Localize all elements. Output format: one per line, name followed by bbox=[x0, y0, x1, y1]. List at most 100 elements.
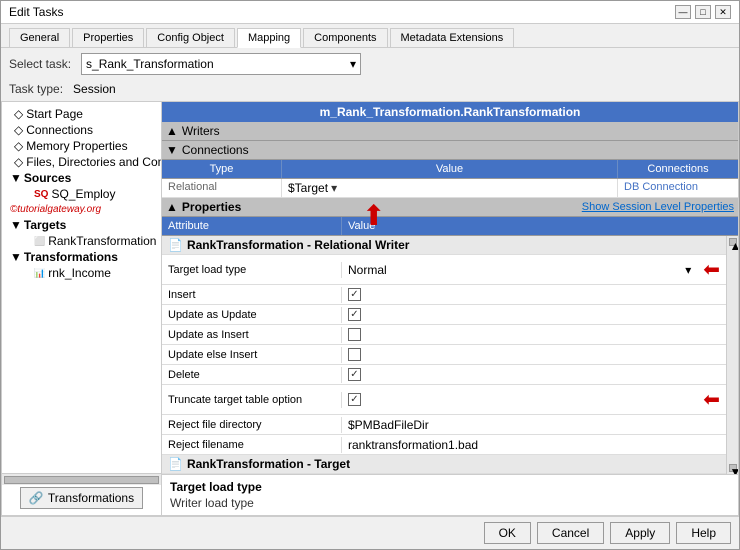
tree-item-rnk-income[interactable]: 📊 rnk_Income bbox=[2, 265, 161, 281]
minimize-button[interactable]: — bbox=[675, 5, 691, 19]
tab-properties[interactable]: Properties bbox=[72, 28, 144, 47]
help-button[interactable]: Help bbox=[676, 522, 731, 544]
cancel-button[interactable]: Cancel bbox=[537, 522, 604, 544]
files-icon: ◇ bbox=[14, 155, 23, 169]
update-as-insert-checkbox[interactable] bbox=[348, 328, 361, 341]
footer: OK Cancel Apply Help bbox=[1, 516, 739, 549]
update-as-update-checkbox[interactable] bbox=[348, 308, 361, 321]
watermark: ©tutorialgateway.org bbox=[2, 202, 161, 217]
prop-row-insert: Insert bbox=[162, 285, 726, 305]
select-task-dropdown[interactable]: s_Rank_Transformation ▾ bbox=[81, 53, 361, 75]
prop-attr-update-else-insert: Update else Insert bbox=[162, 347, 342, 363]
prop-val-reject-dir[interactable]: $PMBadFileDir bbox=[342, 416, 726, 434]
connections-table-header: Type Value Connections bbox=[162, 160, 738, 179]
right-arrow-annotation-1: ⬅ bbox=[703, 257, 720, 282]
tab-mapping[interactable]: Mapping bbox=[237, 28, 301, 48]
select-task-label: Select task: bbox=[9, 57, 71, 71]
connections-col-header: Connections bbox=[618, 160, 738, 178]
bottom-title: Target load type bbox=[170, 480, 730, 494]
insert-checkbox[interactable] bbox=[348, 288, 361, 301]
prop-row-target-load-type: Target load type Normal ▾ ⬅ bbox=[162, 255, 726, 285]
writers-label: Writers bbox=[182, 124, 220, 138]
prop-val-truncate[interactable]: ⬅ bbox=[342, 385, 726, 414]
scrollbar-down[interactable]: ▼ bbox=[729, 464, 737, 472]
prop-val-update-else-insert[interactable] bbox=[342, 346, 726, 363]
connections-icon: ◇ bbox=[14, 123, 23, 137]
chevron-down-icon: ▾ bbox=[350, 57, 356, 71]
transformations-button[interactable]: 🔗 Transformations bbox=[20, 487, 143, 509]
prop-row-update-as-insert: Update as Insert bbox=[162, 325, 726, 345]
props-scrollbar[interactable]: ▲ ▼ bbox=[726, 236, 738, 474]
memory-icon: ◇ bbox=[14, 139, 23, 153]
sql-icon: SQ bbox=[34, 189, 48, 200]
value-dropdown-icon: ▾ bbox=[331, 181, 337, 195]
tree-item-memory[interactable]: ◇ Memory Properties bbox=[2, 138, 161, 154]
apply-button[interactable]: Apply bbox=[610, 522, 670, 544]
props-section-target: 📄 RankTransformation - Target bbox=[162, 455, 726, 474]
writers-section: ▲ Writers bbox=[162, 122, 738, 141]
connections-label: Connections bbox=[182, 143, 249, 157]
show-session-level-link[interactable]: Show Session Level Properties bbox=[582, 201, 734, 213]
tree-section-sources[interactable]: ▼ Sources bbox=[2, 170, 161, 186]
tab-general[interactable]: General bbox=[9, 28, 70, 47]
properties-table-scroll: 📄 RankTransformation - Relational Writer… bbox=[162, 236, 738, 474]
bottom-desc: Writer load type bbox=[170, 496, 730, 510]
truncate-checkbox[interactable] bbox=[348, 393, 361, 406]
writers-collapse-icon[interactable]: ▲ bbox=[166, 124, 178, 138]
window-title: Edit Tasks bbox=[9, 5, 63, 19]
expand-transformations-icon: ▼ bbox=[10, 250, 22, 264]
prop-val-update-as-update[interactable] bbox=[342, 306, 726, 323]
close-button[interactable]: ✕ bbox=[715, 5, 731, 19]
prop-val-reject-filename[interactable]: ranktransformation1.bad bbox=[342, 436, 726, 454]
expand-sources-icon: ▼ bbox=[10, 171, 22, 185]
tree-section-transformations[interactable]: ▼ Transformations bbox=[2, 249, 161, 265]
tree-item-rank-transformation[interactable]: ⬜ RankTransformation bbox=[2, 233, 161, 249]
props-collapse-icon[interactable]: ▲ bbox=[166, 200, 178, 214]
tab-config-object[interactable]: Config Object bbox=[146, 28, 235, 47]
scrollbar-up[interactable]: ▲ bbox=[729, 238, 737, 246]
section-icon: 📄 bbox=[168, 238, 183, 252]
properties-table-header: Attribute Value bbox=[162, 217, 738, 236]
table-row[interactable]: Relational $Target ▾ DB Connection bbox=[162, 179, 738, 198]
tree-section-targets[interactable]: ▼ Targets bbox=[2, 217, 161, 233]
right-arrow-annotation-2: ⬅ bbox=[703, 387, 720, 412]
tab-components[interactable]: Components bbox=[303, 28, 387, 47]
value-cell: $Target ▾ bbox=[282, 179, 618, 197]
connections-table-body: Relational $Target ▾ DB Connection ⬆ bbox=[162, 179, 738, 198]
tree-item-files[interactable]: ◇ Files, Directories and Com bbox=[2, 154, 161, 170]
properties-label: Properties bbox=[182, 200, 241, 214]
prop-val-delete[interactable] bbox=[342, 366, 726, 383]
tab-metadata-extensions[interactable]: Metadata Extensions bbox=[390, 28, 515, 47]
expand-targets-icon: ▼ bbox=[10, 218, 22, 232]
transformations-icon: 🔗 bbox=[29, 491, 44, 505]
mapping-header: m_Rank_Transformation.RankTransformation bbox=[162, 102, 738, 122]
type-cell: Relational bbox=[162, 179, 282, 197]
prop-attr-update-as-insert: Update as Insert bbox=[162, 327, 342, 343]
update-else-insert-checkbox[interactable] bbox=[348, 348, 361, 361]
connections-collapse-icon[interactable]: ▼ bbox=[166, 143, 178, 157]
connections-section: ▼ Connections bbox=[162, 141, 738, 160]
title-bar-buttons: — □ ✕ bbox=[675, 5, 731, 19]
toolbar-row: Select task: s_Rank_Transformation ▾ bbox=[1, 48, 739, 80]
maximize-button[interactable]: □ bbox=[695, 5, 711, 19]
prop-val-target-load-type[interactable]: Normal ▾ ⬅ bbox=[342, 255, 726, 284]
type-col-header: Type bbox=[162, 160, 282, 178]
tree-item-start-page[interactable]: ◇ Start Page bbox=[2, 106, 161, 122]
value-col-header: Value bbox=[282, 160, 618, 178]
tree-item-sq-employ[interactable]: SQ SQ_Employ bbox=[2, 186, 161, 202]
ok-button[interactable]: OK bbox=[484, 522, 531, 544]
prop-row-reject-dir: Reject file directory $PMBadFileDir bbox=[162, 415, 726, 435]
delete-checkbox[interactable] bbox=[348, 368, 361, 381]
properties-table: 📄 RankTransformation - Relational Writer… bbox=[162, 236, 726, 474]
prop-val-insert[interactable] bbox=[342, 286, 726, 303]
properties-header: ▲ Properties Show Session Level Properti… bbox=[162, 198, 738, 217]
prop-val-update-as-insert[interactable] bbox=[342, 326, 726, 343]
target-icon: ⬜ bbox=[34, 236, 45, 247]
prop-attr-delete: Delete bbox=[162, 367, 342, 383]
prop-row-truncate: Truncate target table option ⬅ bbox=[162, 385, 726, 415]
prop-attr-truncate: Truncate target table option bbox=[162, 392, 342, 408]
start-page-icon: ◇ bbox=[14, 107, 23, 121]
value-col-header2: Value bbox=[342, 217, 738, 235]
left-panel: ◇ Start Page ◇ Connections ◇ Memory Prop… bbox=[1, 101, 161, 516]
tree-item-connections[interactable]: ◇ Connections bbox=[2, 122, 161, 138]
